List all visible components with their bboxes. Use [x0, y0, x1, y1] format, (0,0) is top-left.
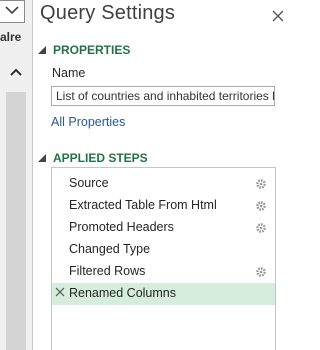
- properties-section-header[interactable]: PROPERTIES: [38, 43, 130, 57]
- properties-heading: PROPERTIES: [53, 43, 131, 57]
- applied-steps-section-header[interactable]: APPLIED STEPS: [38, 151, 148, 165]
- query-name-input[interactable]: [51, 86, 275, 106]
- step-label: Filtered Rows: [69, 264, 146, 278]
- delete-step-icon[interactable]: [55, 287, 65, 297]
- step-label: Promoted Headers: [69, 220, 174, 234]
- step-label: Extracted Table From Html: [69, 198, 217, 212]
- step-label: Source: [69, 176, 109, 190]
- all-properties-link[interactable]: All Properties: [51, 115, 125, 129]
- step-promoted-headers[interactable]: Promoted Headers: [52, 217, 275, 239]
- collapse-triangle-icon: [38, 154, 46, 162]
- gear-icon[interactable]: [255, 200, 267, 212]
- step-filtered-rows[interactable]: Filtered Rows: [52, 261, 275, 283]
- gear-icon[interactable]: [255, 266, 267, 278]
- step-source[interactable]: Source: [52, 173, 275, 195]
- partial-column-text: alre: [0, 30, 22, 44]
- step-changed-type[interactable]: Changed Type: [52, 239, 275, 261]
- name-label: Name: [52, 66, 86, 80]
- scroll-up-button[interactable]: [6, 58, 26, 92]
- left-panel-strip: alre: [0, 0, 33, 350]
- chevron-up-icon: [10, 68, 22, 76]
- step-extracted-table-from-html[interactable]: Extracted Table From Html: [52, 195, 275, 217]
- chevron-down-icon: [5, 6, 19, 15]
- collapse-triangle-icon: [38, 46, 46, 54]
- vertical-scrollbar[interactable]: [6, 58, 26, 350]
- dropdown-button[interactable]: [0, 0, 25, 23]
- gear-icon[interactable]: [255, 222, 267, 234]
- close-icon: [272, 10, 284, 22]
- step-renamed-columns[interactable]: Renamed Columns: [52, 283, 275, 305]
- gear-icon[interactable]: [255, 178, 267, 190]
- pane-title: Query Settings: [40, 2, 176, 24]
- step-label: Changed Type: [69, 242, 151, 256]
- close-button[interactable]: [268, 6, 288, 26]
- step-label: Renamed Columns: [69, 286, 176, 300]
- applied-steps-list: Source Extracted Table From Html Promote…: [51, 167, 276, 350]
- applied-steps-heading: APPLIED STEPS: [53, 151, 148, 165]
